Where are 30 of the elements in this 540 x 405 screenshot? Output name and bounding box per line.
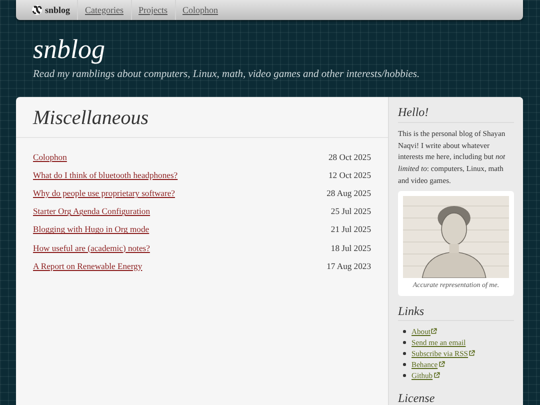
bullet-icon (403, 341, 406, 344)
bullet-icon (403, 374, 406, 377)
post-link[interactable]: What do I think of bluetooth headphones? (33, 169, 178, 182)
post-date: 18 Jul 2025 (330, 242, 371, 254)
sidebar-heading: Hello! (398, 105, 514, 123)
logo-icon (32, 5, 42, 15)
brand-link[interactable]: snblog (32, 0, 78, 20)
bullet-icon (403, 352, 406, 355)
post-link[interactable]: Blogging with Hugo in Org mode (33, 223, 150, 236)
post-link[interactable]: Colophon (33, 151, 67, 164)
post-date: 28 Oct 2025 (328, 151, 371, 164)
nav-link[interactable]: Projects (130, 0, 175, 20)
site-title: snblog (33, 35, 106, 65)
nav-link[interactable]: Categories (77, 0, 131, 20)
nav-link[interactable]: Colophon (174, 0, 226, 20)
page-heading: Miscellaneous (16, 97, 388, 138)
post-link[interactable]: Starter Org Agenda Configuration (33, 205, 150, 218)
post-date: 25 Jul 2025 (330, 205, 371, 218)
sidebar-heading: License (398, 390, 514, 405)
bullet-icon (403, 363, 406, 366)
post-link[interactable]: How useful are (academic) notes? (33, 242, 150, 254)
post-date: 21 Jul 2025 (330, 223, 371, 236)
site-tagline: Read my ramblings about computers, Linux, math, video games and other interests/hobbies. (33, 68, 421, 82)
sidebar-heading: Links (398, 304, 514, 321)
post-link[interactable]: Why do people use proprietary software? (33, 187, 175, 200)
post-date: 12 Oct 2025 (328, 169, 371, 182)
post-date: 28 Aug 2025 (326, 187, 371, 200)
bullet-icon (403, 330, 406, 333)
post-link[interactable]: A Report on Renewable Energy (33, 260, 142, 272)
post-date: 17 Aug 2023 (326, 260, 371, 272)
